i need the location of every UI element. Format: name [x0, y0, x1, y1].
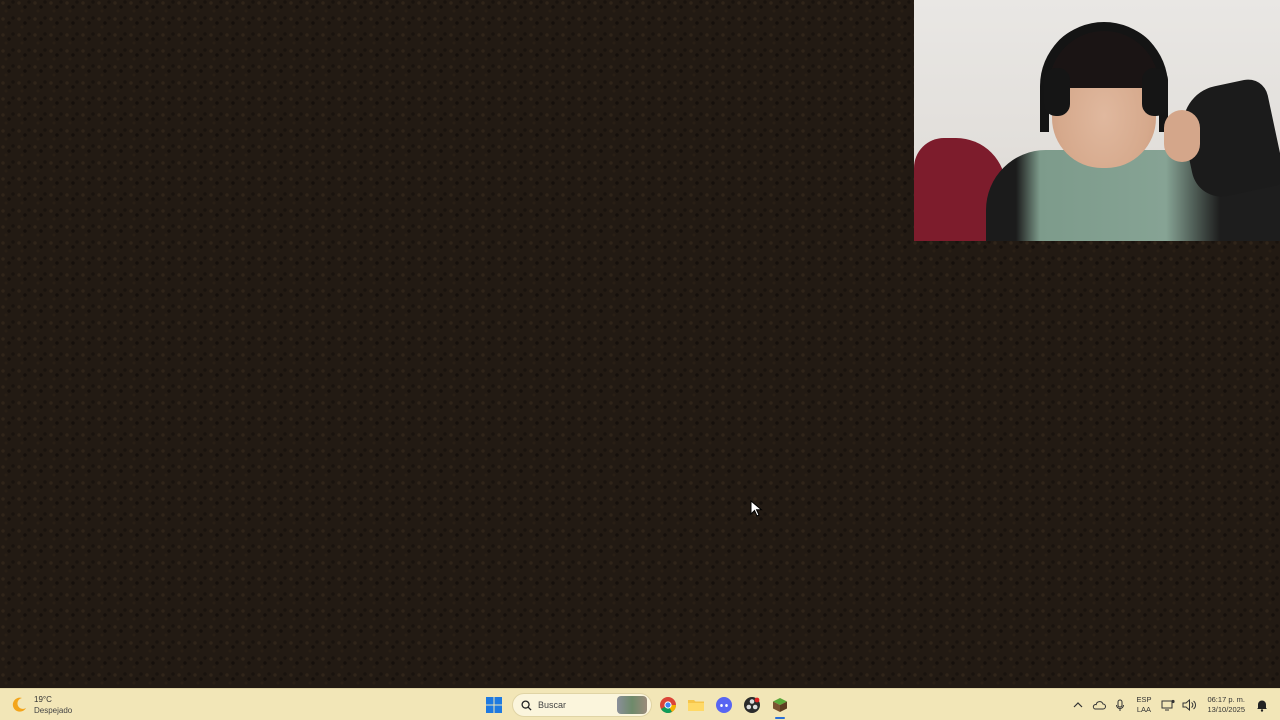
webcam-person-hand: [1164, 110, 1200, 162]
weather-condition: Despejado: [34, 706, 73, 715]
windows-start-icon: [486, 697, 502, 713]
network-button[interactable]: [1157, 691, 1178, 719]
system-tray: ESP LAA 06:17 p. m. 13/10/2025: [1067, 691, 1272, 719]
notifications-button[interactable]: [1251, 691, 1272, 719]
bell-icon: [1256, 700, 1267, 712]
network-icon: [1161, 699, 1175, 711]
search-highlight-image: [617, 696, 647, 714]
clock-time: 06:17 p. m.: [1207, 695, 1245, 704]
language-indicator[interactable]: ESP LAA: [1136, 695, 1151, 715]
search-icon: [521, 699, 532, 711]
language-primary: ESP: [1136, 695, 1152, 704]
webcam-overlay: [914, 0, 1280, 241]
show-hidden-icons-button[interactable]: [1067, 691, 1088, 719]
discord-button[interactable]: [710, 691, 738, 719]
volume-button[interactable]: [1178, 691, 1199, 719]
chrome-button[interactable]: [654, 691, 682, 719]
file-explorer-icon: [688, 700, 704, 711]
taskbar-center: Buscar: [480, 691, 794, 719]
onedrive-button[interactable]: [1088, 691, 1109, 719]
webcam-headset-ear-right: [1142, 68, 1168, 116]
cloud-icon: [1092, 701, 1106, 710]
obs-icon: [744, 697, 760, 713]
speaker-icon: [1182, 699, 1196, 711]
microphone-icon: [1115, 699, 1124, 711]
discord-icon: [716, 697, 732, 713]
obs-button[interactable]: [738, 691, 766, 719]
microphone-button[interactable]: [1109, 691, 1130, 719]
moon-icon: [12, 697, 26, 712]
clock-date: 13/10/2025: [1207, 705, 1245, 714]
taskbar: 19°C Despejado Buscar ESP LAA 06:17 p. m…: [0, 688, 1280, 720]
search-placeholder: Buscar: [538, 700, 567, 710]
minecraft-button[interactable]: [766, 691, 794, 719]
chrome-icon: [660, 697, 676, 713]
chevron-up-icon: [1073, 702, 1083, 708]
webcam-headset-ear-left: [1044, 68, 1070, 116]
weather-temperature: 19°C: [34, 695, 52, 704]
file-explorer-button[interactable]: [682, 691, 710, 719]
start-button[interactable]: [480, 691, 508, 719]
weather-widget[interactable]: 19°C Despejado: [10, 693, 72, 717]
minecraft-icon: [773, 698, 787, 712]
taskbar-search[interactable]: Buscar: [512, 693, 652, 717]
clock[interactable]: 06:17 p. m. 13/10/2025: [1207, 695, 1245, 715]
language-secondary: LAA: [1136, 705, 1152, 714]
mouse-cursor-icon: [750, 500, 763, 517]
active-indicator: [775, 717, 785, 719]
